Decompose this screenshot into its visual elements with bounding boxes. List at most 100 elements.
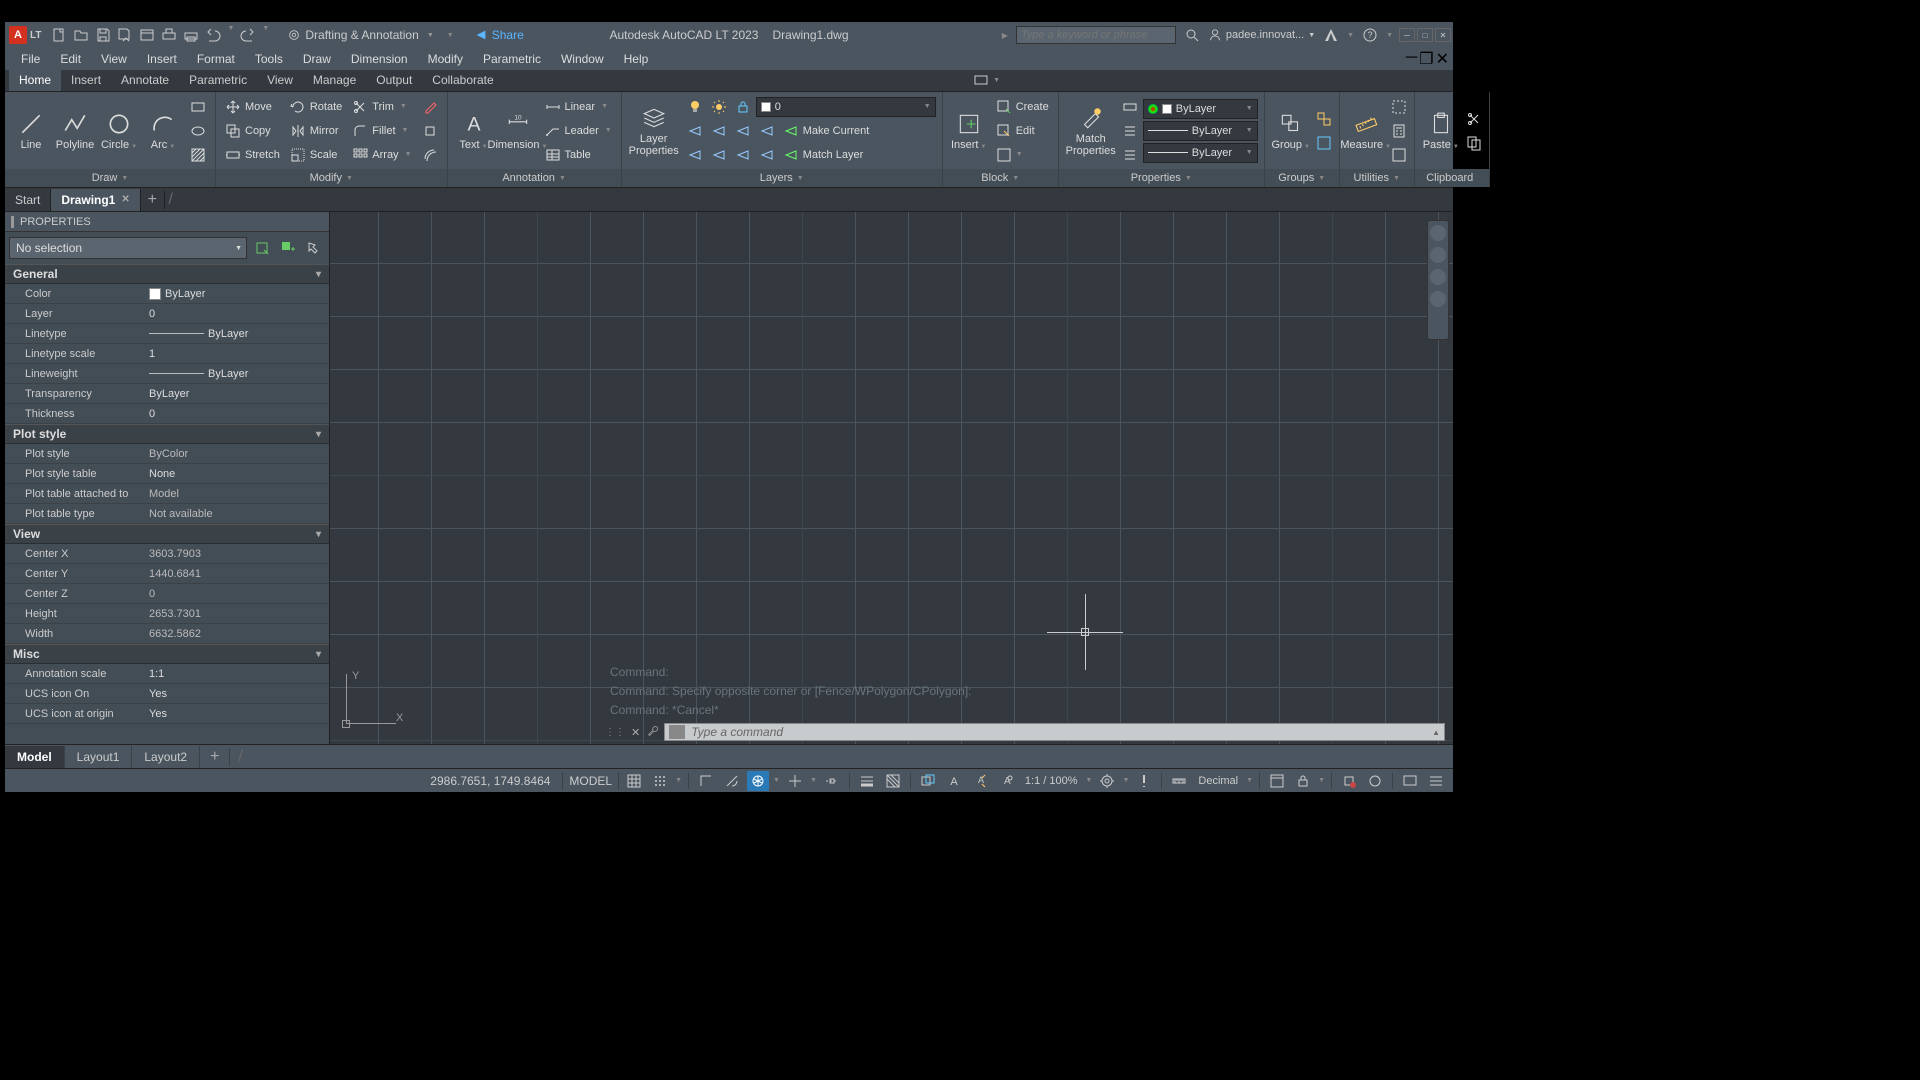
dimension-button[interactable]: 10Dimension	[496, 99, 540, 163]
prop-row[interactable]: Plot table typeNot available	[5, 504, 329, 524]
scale-display[interactable]: 1:1 / 100%	[1021, 775, 1082, 787]
menu-format[interactable]: Format	[187, 49, 245, 69]
search-icon[interactable]	[1184, 27, 1200, 43]
prop-value[interactable]: 0	[145, 404, 329, 423]
panel-groups-title[interactable]: Groups	[1265, 169, 1339, 187]
ribbon-tab-manage[interactable]: Manage	[303, 69, 366, 91]
layer-bulb-icon[interactable]	[684, 96, 706, 118]
qat-plot-icon[interactable]	[159, 25, 179, 45]
prop-value[interactable]: 1:1	[145, 664, 329, 683]
ribbon-tab-collaborate[interactable]: Collaborate	[422, 69, 503, 91]
qat-redo-icon[interactable]	[238, 25, 258, 45]
share-button[interactable]: Share	[474, 28, 524, 42]
selection-cycling-icon[interactable]	[917, 771, 939, 791]
annotation-monitor-icon[interactable]	[1133, 771, 1155, 791]
new-tab-button[interactable]: +	[141, 191, 165, 209]
layout-tab-model[interactable]: Model	[5, 746, 65, 768]
prop-row[interactable]: Plot style tableNone	[5, 464, 329, 484]
proplist2-icon[interactable]	[1119, 144, 1141, 166]
prop-value[interactable]: 0	[145, 304, 329, 323]
qat-undo-icon[interactable]	[203, 25, 223, 45]
ribbon-tab-output[interactable]: Output	[366, 69, 422, 91]
prop-row[interactable]: ColorByLayer	[5, 284, 329, 304]
qat-new-icon[interactable]	[49, 25, 69, 45]
stretch-button[interactable]: Stretch	[222, 144, 283, 166]
doc-minimize-button[interactable]: ─	[1406, 49, 1417, 69]
match-properties-button[interactable]: Match Properties	[1063, 99, 1119, 163]
prop-section-view[interactable]: View	[5, 524, 329, 544]
lineweight-toggle-icon[interactable]	[856, 771, 878, 791]
polar-toggle-icon[interactable]	[721, 771, 743, 791]
grid-toggle-icon[interactable]	[623, 771, 645, 791]
explode-icon[interactable]	[419, 120, 441, 142]
hardware-accel-icon[interactable]	[1364, 771, 1386, 791]
polyline-button[interactable]: Polyline	[53, 99, 97, 163]
minimize-button[interactable]: ─	[1399, 28, 1415, 42]
rectangle-icon[interactable]	[187, 96, 209, 118]
menu-edit[interactable]: Edit	[50, 49, 91, 69]
snap-toggle-icon[interactable]	[649, 771, 671, 791]
edit-attr-button[interactable]: ▼	[993, 144, 1052, 166]
panel-annotation-title[interactable]: Annotation	[448, 169, 621, 187]
cmdline-recent-icon[interactable]: ▲	[1432, 728, 1440, 737]
nav-orbit-icon[interactable]	[1430, 291, 1446, 307]
ungroup-icon[interactable]	[1313, 108, 1335, 130]
close-button[interactable]: ✕	[1435, 28, 1451, 42]
prop-row[interactable]: LinetypeByLayer	[5, 324, 329, 344]
doc-restore-button[interactable]: ❐	[1419, 49, 1433, 69]
prop-row[interactable]: Center X3603.7903	[5, 544, 329, 564]
qat-openweb-icon[interactable]	[137, 25, 157, 45]
lineweight-control[interactable]: ByLayer	[1143, 121, 1258, 141]
ribbon-tab-parametric[interactable]: Parametric	[179, 69, 257, 91]
bylayer-icon[interactable]	[1119, 96, 1141, 118]
close-icon[interactable]: ✕	[121, 194, 129, 205]
prop-row[interactable]: Linetype scale1	[5, 344, 329, 364]
prop-section-plot[interactable]: Plot style	[5, 424, 329, 444]
navigation-bar[interactable]	[1427, 220, 1449, 340]
clean-screen-icon[interactable]	[1399, 771, 1421, 791]
autodesk-icon[interactable]	[1323, 27, 1339, 43]
prop-row[interactable]: UCS icon at originYes	[5, 704, 329, 724]
layout-tab-2[interactable]: Layout2	[132, 746, 200, 768]
coordinates[interactable]: 2986.7651, 1749.8464	[430, 774, 550, 788]
panel-block-title[interactable]: Block	[943, 169, 1058, 187]
panel-modify-title[interactable]: Modify	[216, 169, 447, 187]
layer-icon-b[interactable]	[708, 144, 730, 166]
prop-value[interactable]: ByLayer	[145, 364, 329, 383]
panel-clipboard-title[interactable]: Clipboard	[1415, 169, 1489, 187]
prop-row[interactable]: TransparencyByLayer	[5, 384, 329, 404]
search-input[interactable]	[1016, 26, 1176, 44]
quick-select-icon[interactable]	[251, 237, 273, 259]
group-edit-icon[interactable]	[1313, 132, 1335, 154]
panel-utilities-title[interactable]: Utilities	[1340, 169, 1414, 187]
offset-icon[interactable]	[419, 144, 441, 166]
layer-off-icon[interactable]	[684, 120, 706, 142]
panel-properties-title[interactable]: Properties	[1059, 169, 1264, 187]
array-button[interactable]: Array▼	[349, 144, 414, 166]
prop-row[interactable]: UCS icon OnYes	[5, 684, 329, 704]
insert-button[interactable]: Insert	[947, 99, 991, 163]
user-menu[interactable]: padee.innovat... ▼	[1208, 28, 1315, 42]
cmdline-close-icon[interactable]: ✕	[631, 726, 640, 739]
ortho-toggle-icon[interactable]	[695, 771, 717, 791]
menu-parametric[interactable]: Parametric	[473, 49, 551, 69]
otrack-toggle-icon[interactable]	[821, 771, 843, 791]
menu-window[interactable]: Window	[551, 49, 614, 69]
tab-drawing1[interactable]: Drawing1✕	[51, 189, 140, 211]
layer-properties-button[interactable]: Layer Properties	[626, 99, 682, 163]
ribbon-tab-home[interactable]: Home	[9, 69, 61, 91]
prop-row[interactable]: Plot table attached toModel	[5, 484, 329, 504]
layer-dropdown[interactable]: 0	[756, 97, 936, 117]
prop-row[interactable]: Layer0	[5, 304, 329, 324]
nav-wheel-icon[interactable]	[1430, 225, 1446, 241]
isolate-objects-icon[interactable]	[1338, 771, 1360, 791]
paste-button[interactable]: Paste	[1419, 99, 1463, 163]
leader-button[interactable]: Leader▼	[542, 120, 615, 142]
layer-icon-c[interactable]	[732, 144, 754, 166]
lock-ui-icon[interactable]	[1292, 771, 1314, 791]
measure-button[interactable]: Measure	[1344, 99, 1388, 163]
layer-icon-d[interactable]	[756, 144, 778, 166]
prop-row[interactable]: Plot styleByColor	[5, 444, 329, 464]
ribbon-tab-insert[interactable]: Insert	[61, 69, 111, 91]
add-layout-button[interactable]: +	[200, 748, 230, 766]
